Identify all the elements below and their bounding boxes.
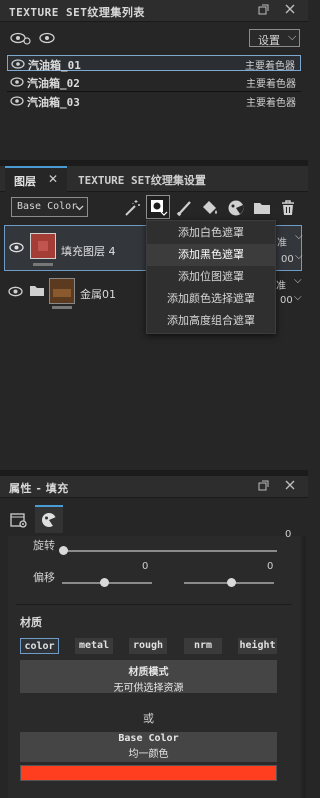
offset-x-slider-knob[interactable] <box>100 578 109 587</box>
channel-dropdown-label: Base Color <box>17 201 78 212</box>
eye-settings-icon[interactable] <box>10 30 32 46</box>
or-label: 或 <box>143 712 154 725</box>
base-color-swatch[interactable] <box>20 765 277 781</box>
rotation-value[interactable]: 0 <box>285 529 291 540</box>
texture-set-row[interactable]: 汽油箱_02 主要着色器 <box>7 74 301 90</box>
material-mode-button[interactable]: 材质模式 无可供选择资源 <box>20 660 277 694</box>
visibility-eye-icon[interactable] <box>11 58 25 70</box>
visibility-eye-icon[interactable] <box>8 285 23 301</box>
channel-button-rough[interactable]: rough <box>129 638 167 654</box>
material-mode-subtitle: 无可供选择资源 <box>113 683 184 694</box>
texture-set-name: 汽油箱_01 <box>28 59 81 72</box>
float-panel-icon[interactable] <box>256 480 270 494</box>
visibility-eye-icon[interactable] <box>10 95 24 107</box>
visibility-eye-icon[interactable] <box>10 76 24 88</box>
close-tab-icon[interactable]: ✕ <box>48 172 58 186</box>
folder-icon[interactable] <box>252 198 272 218</box>
rotation-label: 旋转 <box>33 539 55 552</box>
rotation-slider-track[interactable] <box>63 550 277 552</box>
settings-dropdown[interactable]: 设置 ⌵ <box>249 29 300 47</box>
chevron-down-icon[interactable]: ⌵ <box>294 275 302 286</box>
chevron-down-icon: ⌵ <box>288 30 297 43</box>
channel-button-color[interactable]: color <box>20 638 59 654</box>
float-panel-icon[interactable] <box>256 4 270 18</box>
layer-blend-mode[interactable]: 准 <box>277 234 287 249</box>
texture-set-name: 汽油箱_02 <box>27 77 80 90</box>
material-section-label: 材质 <box>20 616 42 629</box>
divider <box>16 604 292 605</box>
eye-icon[interactable] <box>38 30 56 46</box>
texture-set-name: 汽油箱_03 <box>27 96 80 109</box>
row-divider <box>7 91 301 92</box>
mask-icon <box>151 200 168 216</box>
layer-opacity[interactable]: 00 <box>280 295 293 306</box>
close-panel-icon[interactable] <box>283 480 297 494</box>
layer-thumbnail-strip <box>52 306 72 309</box>
properties-tab-settings[interactable] <box>8 509 30 531</box>
menu-item-add-white-mask[interactable]: 添加白色遮罩 <box>147 222 275 244</box>
properties-panel-header: 属性 - 填充 <box>0 476 308 498</box>
magic-wand-icon[interactable] <box>122 198 142 218</box>
base-color-title: Base Color <box>118 733 179 744</box>
material-icon <box>42 513 57 527</box>
layer-thumbnail-strip <box>33 263 53 266</box>
layer-opacity[interactable]: 00 <box>281 254 294 265</box>
properties-tab-material[interactable] <box>35 505 63 533</box>
channel-button-nrm[interactable]: nrm <box>184 638 222 654</box>
chevron-down-icon[interactable]: ⌵ <box>294 292 302 303</box>
menu-item-add-color-selection-mask[interactable]: 添加颜色选择遮罩 <box>147 288 275 310</box>
menu-item-add-bitmap-mask[interactable]: 添加位图遮罩 <box>147 266 275 288</box>
texture-set-row[interactable]: 汽油箱_01 主要着色器 <box>7 55 301 72</box>
rotation-slider-knob[interactable] <box>59 546 68 555</box>
offset-y-value[interactable]: 0 <box>267 561 273 572</box>
base-color-subtitle: 均一颜色 <box>128 749 169 760</box>
image-settings-icon <box>10 513 27 528</box>
add-mask-button[interactable] <box>146 195 170 219</box>
texture-set-panel-title: TEXTURE SET纹理集列表 <box>9 6 145 19</box>
layer-name: 填充图层 4 <box>61 245 116 258</box>
layer-thumbnail <box>30 233 56 259</box>
properties-scrollbar[interactable] <box>302 536 306 798</box>
channel-dropdown[interactable]: Base Color <box>11 197 88 217</box>
texture-set-shader: 主要着色器 <box>245 61 295 72</box>
brush-icon[interactable] <box>175 198 195 218</box>
folder-icon <box>29 284 45 300</box>
menu-item-add-black-mask[interactable]: 添加黑色遮罩 <box>147 244 275 266</box>
layer-name: 金属01 <box>80 288 116 301</box>
add-mask-menu: 添加白色遮罩 添加黑色遮罩 添加位图遮罩 添加颜色选择遮罩 添加高度组合遮罩 <box>146 220 276 334</box>
close-panel-icon[interactable] <box>283 4 297 18</box>
offset-y-slider-knob[interactable] <box>227 578 236 587</box>
fill-bucket-icon[interactable] <box>200 198 220 218</box>
tab-texture-set-settings[interactable]: TEXTURE SET纹理集设置 <box>78 172 206 188</box>
smart-material-icon[interactable] <box>226 198 246 218</box>
chevron-down-icon[interactable]: ⌵ <box>295 251 303 262</box>
base-color-source-button[interactable]: Base Color 均一颜色 <box>20 732 277 762</box>
channel-button-height[interactable]: height <box>238 638 277 654</box>
layer-thumbnail <box>49 278 75 304</box>
tab-layers[interactable]: 图层 ✕ <box>5 166 67 192</box>
texture-set-panel-header: TEXTURE SET纹理集列表 <box>0 0 308 22</box>
settings-dropdown-label: 设置 <box>258 34 280 47</box>
texture-set-shader: 主要着色器 <box>246 98 296 109</box>
trash-icon[interactable] <box>278 198 298 218</box>
channel-button-metal[interactable]: metal <box>75 638 113 654</box>
material-mode-title: 材质模式 <box>128 667 169 678</box>
chevron-down-icon <box>75 202 84 215</box>
menu-item-add-height-blend-mask[interactable]: 添加高度组合遮罩 <box>147 310 275 332</box>
texture-set-row[interactable]: 汽油箱_03 主要着色器 <box>7 93 301 109</box>
offset-label: 偏移 <box>33 571 55 584</box>
properties-panel-title: 属性 - 填充 <box>9 482 69 495</box>
visibility-eye-icon[interactable] <box>9 241 24 257</box>
tab-layers-label: 图层 <box>14 175 36 188</box>
layer-blend-mode[interactable]: 准 <box>276 277 286 292</box>
offset-x-value[interactable]: 0 <box>142 561 148 572</box>
chevron-down-icon[interactable]: ⌵ <box>295 231 303 242</box>
texture-set-shader: 主要着色器 <box>246 79 296 90</box>
